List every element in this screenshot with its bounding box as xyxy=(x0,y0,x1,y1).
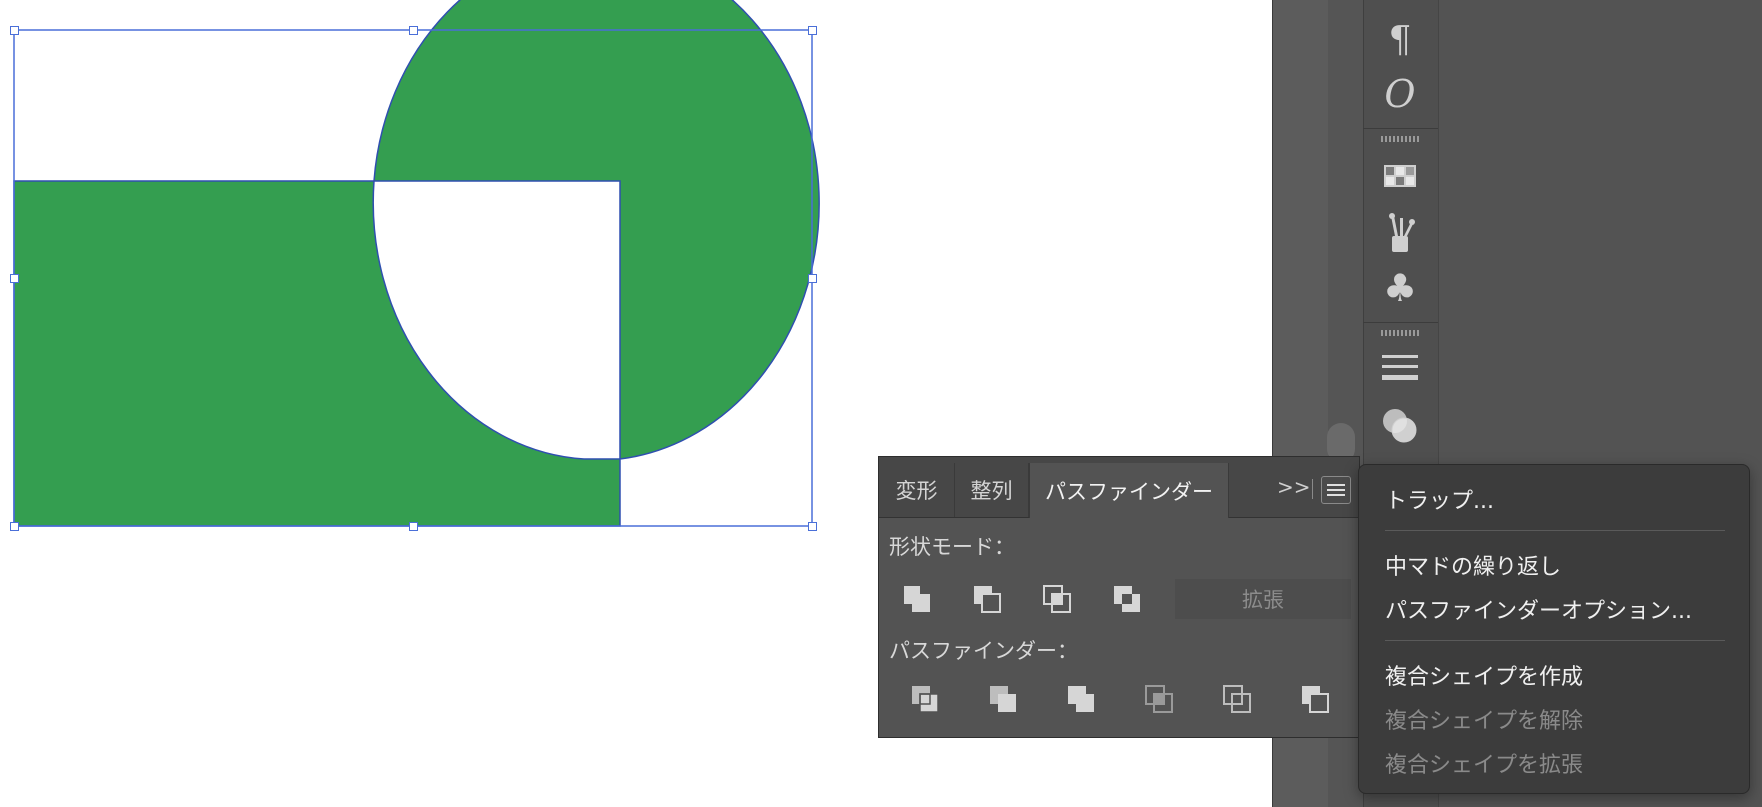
crop-button[interactable] xyxy=(1139,679,1179,719)
divide-button[interactable] xyxy=(905,679,945,719)
intersect-icon xyxy=(1043,585,1071,613)
trim-button[interactable] xyxy=(983,679,1023,719)
symbols-icon[interactable]: ♣ xyxy=(1370,266,1430,310)
panel-flyout-menu: トラップ... 中マドの繰り返し パスファインダーオプション... 複合シェイプ… xyxy=(1358,464,1750,794)
pathfinder-panel: 変形 整列 パスファインダー >> 形状モード： 拡張 パスファインダー： xyxy=(878,456,1360,738)
dock-separator xyxy=(1363,322,1438,323)
selection-handle-bottom-right[interactable] xyxy=(808,522,817,531)
selection-handle-middle-right[interactable] xyxy=(808,274,817,283)
selection-handle-middle-left[interactable] xyxy=(10,274,19,283)
stroke-icon[interactable] xyxy=(1370,346,1430,390)
tab-align-label: 整列 xyxy=(970,479,1013,503)
pilcrow-icon[interactable]: ¶ xyxy=(1370,18,1430,62)
compound-shape[interactable] xyxy=(13,0,820,527)
minus-back-button[interactable] xyxy=(1295,679,1335,719)
panel-tab-bar: 変形 整列 パスファインダー >> xyxy=(879,457,1359,518)
menu-item-expand-compound-shape: 複合シェイプを拡張 xyxy=(1385,753,1584,778)
tab-transform-label: 変形 xyxy=(895,479,938,503)
exclude-icon xyxy=(1114,586,1140,612)
divide-icon xyxy=(912,686,939,713)
merge-button[interactable] xyxy=(1061,679,1101,719)
menu-separator xyxy=(1385,530,1725,531)
dock-grip[interactable] xyxy=(1381,136,1419,142)
exclude-button[interactable] xyxy=(1107,579,1147,619)
crop-icon xyxy=(1145,685,1173,713)
unite-button[interactable] xyxy=(897,579,937,619)
outline-icon xyxy=(1223,685,1251,713)
menu-item-repeat[interactable]: 中マドの繰り返し xyxy=(1385,549,1561,581)
tab-pathfinder-label: パスファインダー xyxy=(1045,479,1213,504)
swatches-icon[interactable] xyxy=(1370,154,1430,198)
glyph-o-glyph: O xyxy=(1384,72,1416,116)
transparency-icon[interactable] xyxy=(1370,404,1430,448)
minus-back-icon xyxy=(1302,686,1329,713)
panel-menu-button[interactable] xyxy=(1321,476,1351,504)
menu-item-release-compound-shape: 複合シェイプを解除 xyxy=(1385,709,1584,734)
menu-item-pathfinder-options[interactable]: パスファインダーオプション... xyxy=(1385,593,1692,625)
tab-divider xyxy=(1312,479,1313,499)
selection-handle-top-right[interactable] xyxy=(808,26,817,35)
hamburger-icon xyxy=(1327,494,1345,496)
merge-icon xyxy=(1068,686,1094,712)
intersect-button[interactable] xyxy=(1037,579,1077,619)
menu-item-trap[interactable]: トラップ... xyxy=(1385,483,1494,515)
minus-front-icon xyxy=(974,586,1001,613)
tab-align[interactable]: 整列 xyxy=(955,463,1029,517)
pilcrow-glyph: ¶ xyxy=(1388,19,1412,61)
glyph-o-icon[interactable]: O xyxy=(1370,72,1430,116)
shape-modes-label: 形状モード： xyxy=(889,535,1015,559)
hamburger-icon xyxy=(1327,484,1345,486)
unite-icon xyxy=(904,586,930,612)
trim-icon xyxy=(990,686,1016,712)
menu-item-make-compound-shape[interactable]: 複合シェイプを作成 xyxy=(1385,659,1583,691)
outline-button[interactable] xyxy=(1217,679,1257,719)
selection-handle-top-middle[interactable] xyxy=(409,26,418,35)
dock-grip[interactable] xyxy=(1381,330,1419,336)
tab-overflow-icon[interactable]: >> xyxy=(1277,475,1311,499)
minus-front-button[interactable] xyxy=(967,579,1007,619)
selection-handle-bottom-left[interactable] xyxy=(10,522,19,531)
expand-button[interactable]: 拡張 xyxy=(1175,579,1351,619)
selection-handle-bottom-middle[interactable] xyxy=(409,522,418,531)
symbols-glyph: ♣ xyxy=(1382,266,1418,310)
tab-pathfinder[interactable]: パスファインダー xyxy=(1029,463,1229,518)
brushes-icon[interactable] xyxy=(1370,210,1430,254)
selection-handle-top-left[interactable] xyxy=(10,26,19,35)
dock-separator xyxy=(1363,128,1438,129)
menu-separator xyxy=(1385,640,1725,641)
pathfinders-label: パスファインダー： xyxy=(889,639,1078,663)
hamburger-icon xyxy=(1327,489,1345,491)
tab-transform[interactable]: 変形 xyxy=(879,463,955,517)
